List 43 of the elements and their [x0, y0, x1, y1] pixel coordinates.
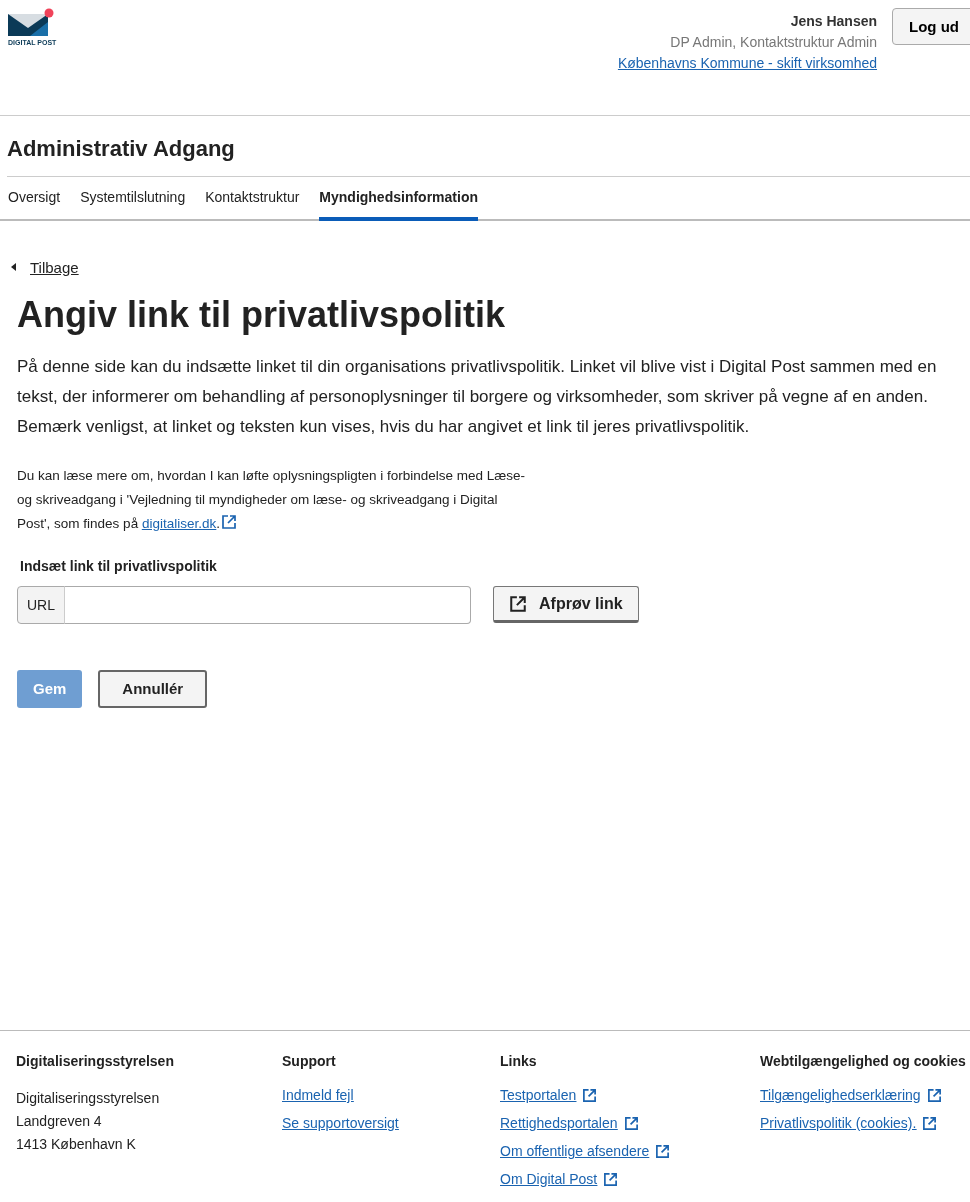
footer-link[interactable]: Se supportoversigt [282, 1115, 500, 1131]
footer-link[interactable]: Om Digital Post [500, 1171, 760, 1187]
address-line: 1413 København K [16, 1135, 137, 1154]
external-link-icon [926, 1087, 942, 1103]
footer-link[interactable]: Rettighedsportalen [500, 1115, 760, 1131]
external-link-icon [623, 1115, 639, 1131]
address-line: Landgreven 4 [16, 1112, 103, 1131]
intro-paragraph: På denne side kan du indsætte linket til din organisations privatlivspolitik. Linket vil blive vist i Digital Post sammen med en tekst, der informerer om behandling af personoplysninger til borgere og virksomheder, som skriver på vegne af en anden. Bemærk venligst, at linket og teksten kun vises, hvis du har angivet et link til jeres privatlivspolitik. [17, 355, 938, 438]
footer-link[interactable]: Om offentlige afsendere [500, 1143, 760, 1159]
url-input-field[interactable] [64, 585, 471, 624]
external-link-icon [655, 1143, 671, 1159]
page-heading: Angiv link til privatlivspolitik [17, 293, 507, 336]
nav-tab[interactable]: Kontaktstruktur [205, 177, 300, 221]
field-label: Indsæt link til privatlivspolitik [20, 557, 218, 574]
footer-heading: Webtilgængelighed og cookies [760, 1053, 967, 1069]
external-link-icon [582, 1087, 598, 1103]
user-roles: DP Admin, Kontaktstruktur Admin [670, 34, 877, 50]
user-name: Jens Hansen [790, 13, 877, 29]
switch-organization-link[interactable]: Københavns Kommune - skift virksomhed [617, 55, 877, 71]
footer-link[interactable]: Tilgængelighedserklæring [760, 1087, 970, 1103]
logout-button[interactable]: Log ud [892, 8, 970, 45]
test-link-button[interactable]: Afprøv link [493, 586, 639, 623]
external-link-icon [603, 1171, 619, 1187]
cancel-button[interactable]: Annullér [98, 669, 208, 708]
footer-link[interactable]: Testportalen [500, 1087, 760, 1103]
footer-heading: Support [282, 1053, 337, 1069]
nav-tab[interactable]: Myndighedsinformation [319, 177, 478, 221]
footer-link[interactable]: Indmeld fejl [282, 1087, 500, 1103]
info-paragraph: Du kan læse mere om, hvordan I kan løfte oplysningspligten i forbindelse med Læse- og skriveadgang i 'Vejledning til myndigheder om læse- og skriveadgang i Digital Post', som findes på digitaliser.dk. [17, 466, 526, 533]
footer-heading: Links [500, 1053, 538, 1069]
section-title: Administrativ Adgang [7, 116, 970, 177]
envelope-logo-icon [8, 8, 54, 38]
external-link-icon [220, 513, 237, 530]
nav-tab[interactable]: Oversigt [8, 177, 61, 221]
back-link[interactable]: Tilbage [11, 258, 79, 276]
address-line: Digitaliseringsstyrelsen [16, 1089, 161, 1108]
external-link-icon [509, 594, 527, 613]
external-link-icon [922, 1115, 938, 1131]
footer-link[interactable]: Privatlivspolitik (cookies). [760, 1115, 970, 1131]
url-prefix: URL [17, 585, 65, 624]
caret-icon [11, 263, 17, 271]
footer-heading: Digitaliseringsstyrelsen [16, 1053, 175, 1069]
nav-tab[interactable]: Systemtilslutning [80, 177, 186, 221]
